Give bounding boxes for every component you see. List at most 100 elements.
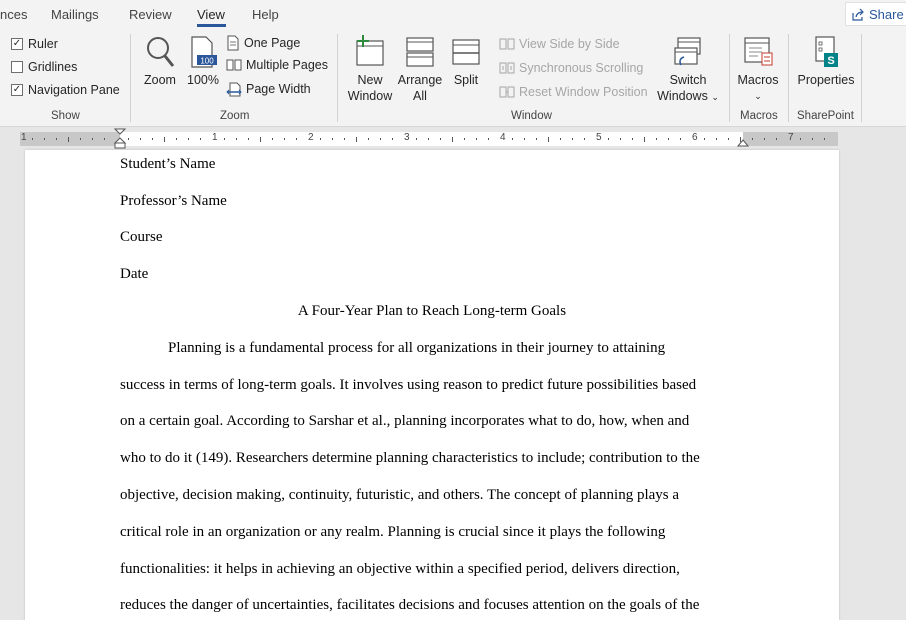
horizontal-ruler[interactable]: 1 1 2 3 4 5 6 7 bbox=[0, 128, 906, 150]
ruler-tick bbox=[188, 138, 189, 140]
ruler-tick bbox=[464, 138, 465, 140]
ruler-tick bbox=[668, 138, 669, 140]
ruler-number: 3 bbox=[404, 132, 410, 143]
arrange-all-icon bbox=[406, 37, 434, 67]
arrange-all-button[interactable]: Arrange All bbox=[397, 35, 443, 104]
page-width-label: Page Width bbox=[246, 82, 311, 96]
ruler-tick bbox=[584, 138, 585, 140]
group-separator bbox=[337, 34, 338, 122]
switch-windows-button[interactable]: Switch Windows ⌄ bbox=[655, 35, 721, 105]
ruler-tick bbox=[812, 138, 813, 140]
synchronous-scrolling-icon bbox=[499, 62, 515, 74]
side-by-side-icon bbox=[499, 38, 515, 50]
document-page[interactable]: Student’s Name Professor’s Name Course D… bbox=[25, 150, 839, 620]
multiple-pages-icon bbox=[226, 59, 242, 71]
properties-button[interactable]: S Properties bbox=[796, 35, 856, 88]
body-line: on a certain goal. According to Sarshar … bbox=[120, 413, 690, 429]
split-icon bbox=[452, 39, 480, 65]
switch-windows-label-2: Windows bbox=[657, 89, 708, 103]
tab-help[interactable]: Help bbox=[252, 7, 279, 22]
macros-button[interactable]: Macros ⌄ bbox=[736, 35, 780, 104]
ruler-tick bbox=[296, 138, 297, 140]
header-course: Course bbox=[120, 229, 163, 245]
share-button[interactable]: Share bbox=[845, 2, 906, 26]
reset-window-position-button[interactable]: Reset Window Position bbox=[499, 85, 648, 99]
ruler-checkbox[interactable]: ✓ Ruler bbox=[11, 37, 58, 51]
ruler-number: 4 bbox=[500, 132, 506, 143]
ruler-tick bbox=[332, 138, 333, 140]
right-indent-marker-icon[interactable] bbox=[737, 136, 749, 148]
navigation-pane-label: Navigation Pane bbox=[28, 83, 120, 97]
ruler-tick bbox=[608, 138, 609, 140]
body-line: success in terms of long-term goals. It … bbox=[120, 377, 697, 393]
ruler-tick bbox=[356, 137, 357, 142]
view-side-by-side-button[interactable]: View Side by Side bbox=[499, 37, 620, 51]
tab-mailings[interactable]: Mailings bbox=[51, 7, 99, 22]
properties-label: Properties bbox=[797, 73, 855, 87]
new-window-label-2: Window bbox=[347, 89, 393, 103]
ruler-tick bbox=[392, 138, 393, 140]
macros-chevron-icon: ⌄ bbox=[754, 91, 762, 101]
zoom-group-label: Zoom bbox=[220, 110, 250, 122]
zoom-100-badge: 100 bbox=[200, 57, 214, 66]
ruler-tick bbox=[416, 138, 417, 140]
macros-group-label: Macros bbox=[740, 110, 778, 122]
ruler-tick bbox=[200, 138, 201, 140]
ruler-number: 1 bbox=[212, 132, 218, 143]
switch-windows-icon bbox=[674, 37, 701, 66]
ruler-tick bbox=[284, 138, 285, 140]
ruler-tick bbox=[56, 138, 57, 140]
ruler-number: 6 bbox=[692, 132, 698, 143]
tab-references[interactable]: nces bbox=[0, 7, 27, 22]
zoom-100-button[interactable]: 100 100% bbox=[186, 35, 220, 88]
ruler-tick bbox=[44, 138, 45, 140]
ruler-tick bbox=[140, 138, 141, 140]
gridlines-label: Gridlines bbox=[28, 60, 78, 74]
ruler-tick bbox=[524, 138, 525, 140]
ruler-tick bbox=[236, 138, 237, 140]
ruler-tick bbox=[752, 138, 753, 140]
ruler-tick bbox=[620, 138, 621, 140]
tab-view[interactable]: View bbox=[197, 7, 225, 22]
one-page-button[interactable]: One Page bbox=[226, 35, 300, 51]
zoom-button[interactable]: Zoom bbox=[141, 35, 179, 88]
ruler-number: 7 bbox=[788, 132, 794, 143]
ruler-tick bbox=[476, 138, 477, 140]
ruler-number: 1 bbox=[21, 132, 27, 143]
ruler-tick bbox=[380, 138, 381, 140]
ruler-tick bbox=[488, 138, 489, 140]
one-page-icon bbox=[227, 35, 239, 51]
new-window-button[interactable]: New Window bbox=[346, 35, 394, 104]
ruler-tick bbox=[740, 137, 741, 142]
arrange-all-label-1: Arrange bbox=[397, 73, 443, 87]
macros-icon bbox=[744, 37, 773, 66]
gridlines-checkbox[interactable]: Gridlines bbox=[11, 60, 77, 74]
new-window-label-1: New bbox=[357, 73, 383, 87]
reset-window-position-icon bbox=[499, 86, 515, 98]
ruler-tick bbox=[260, 137, 261, 142]
indent-marker-icon[interactable] bbox=[114, 128, 126, 150]
page-width-button[interactable]: Page Width bbox=[226, 81, 311, 97]
ruler-tick bbox=[344, 138, 345, 140]
tab-review[interactable]: Review bbox=[129, 7, 172, 22]
zoom-label: Zoom bbox=[144, 73, 176, 87]
navigation-pane-checkbox[interactable]: ✓ Navigation Pane bbox=[11, 83, 120, 97]
split-button[interactable]: Split bbox=[449, 35, 483, 88]
synchronous-scrolling-button[interactable]: Synchronous Scrolling bbox=[499, 61, 643, 75]
body-line: functionalities: it helps in achieving a… bbox=[120, 561, 680, 577]
show-group-label: Show bbox=[51, 110, 80, 122]
ruler-tick bbox=[644, 137, 645, 142]
ruler-tick bbox=[764, 138, 765, 140]
ruler-tick bbox=[68, 137, 69, 142]
ruler-tick bbox=[728, 138, 729, 140]
group-separator bbox=[729, 34, 730, 122]
ruler-tick bbox=[320, 138, 321, 140]
ruler-number: 5 bbox=[596, 132, 602, 143]
ruler-number: 2 bbox=[308, 132, 314, 143]
ruler-tick bbox=[428, 138, 429, 140]
header-date: Date bbox=[120, 266, 149, 282]
one-page-label: One Page bbox=[244, 36, 301, 50]
ruler-tick bbox=[80, 138, 81, 140]
ruler-tick bbox=[128, 138, 129, 140]
multiple-pages-button[interactable]: Multiple Pages bbox=[226, 58, 328, 72]
